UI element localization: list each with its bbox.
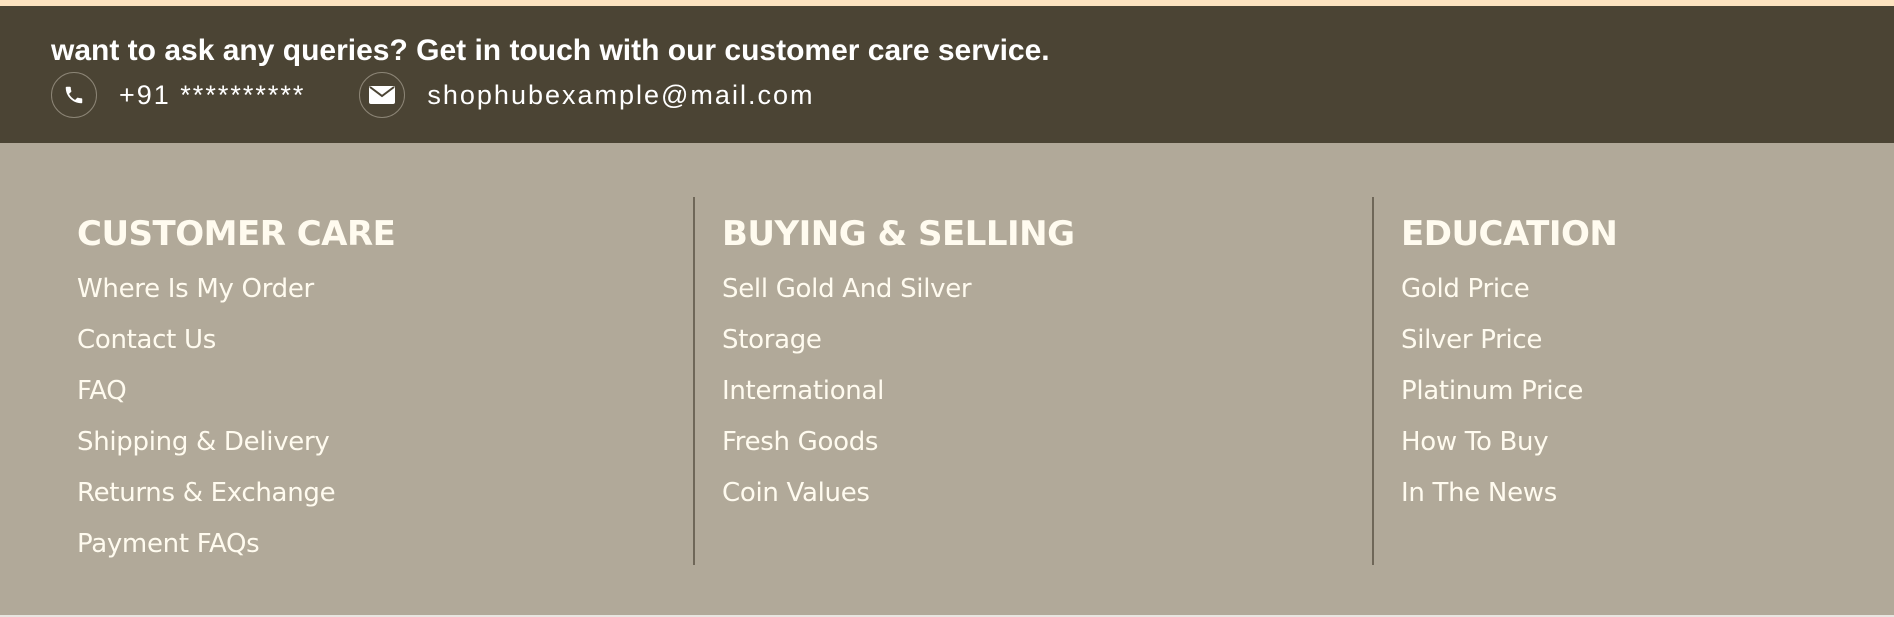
column-divider <box>1372 197 1374 565</box>
list-item: How To Buy <box>1401 425 1583 476</box>
list-item: Storage <box>722 323 971 374</box>
mail-icon <box>359 72 406 118</box>
column-divider <box>693 197 695 565</box>
list-item: Coin Values <box>722 476 971 527</box>
column-heading-education: EDUCATION <box>1401 214 1618 254</box>
list-item: Contact Us <box>77 323 335 374</box>
list-item: Returns & Exchange <box>77 476 336 527</box>
link-returns-exchange[interactable]: Returns & Exchange <box>77 478 336 508</box>
page: want to ask any queries? Get in touch wi… <box>0 0 1894 617</box>
contact-row: +91 ********** shophubexample@mail.com <box>51 72 1894 118</box>
link-storage[interactable]: Storage <box>722 325 822 355</box>
link-in-the-news[interactable]: In The News <box>1401 478 1557 508</box>
list-item: Gold Price <box>1401 272 1583 323</box>
email-address: shophubexample@mail.com <box>427 79 815 110</box>
phone-contact[interactable]: +91 ********** <box>51 72 305 118</box>
link-shipping-delivery[interactable]: Shipping & Delivery <box>77 427 330 457</box>
phone-icon <box>51 72 97 118</box>
phone-number: +91 ********** <box>119 79 306 110</box>
link-where-is-my-order[interactable]: Where Is My Order <box>77 274 314 304</box>
education-links: Gold Price Silver Price Platinum Price H… <box>1401 272 1583 527</box>
email-contact[interactable]: shophubexample@mail.com <box>359 72 814 118</box>
contact-bar: want to ask any queries? Get in touch wi… <box>0 6 1894 143</box>
list-item: In The News <box>1401 476 1583 527</box>
link-gold-price[interactable]: Gold Price <box>1401 274 1530 304</box>
link-platinum-price[interactable]: Platinum Price <box>1401 376 1583 406</box>
link-faq[interactable]: FAQ <box>77 376 127 406</box>
link-silver-price[interactable]: Silver Price <box>1401 325 1542 355</box>
link-contact-us[interactable]: Contact Us <box>77 325 216 355</box>
customer-care-links: Where Is My Order Contact Us FAQ Shippin… <box>77 272 336 578</box>
footer-links: CUSTOMER CARE Where Is My Order Contact … <box>0 143 1894 615</box>
link-how-to-buy[interactable]: How To Buy <box>1401 427 1549 457</box>
list-item: Where Is My Order <box>77 272 335 323</box>
link-international[interactable]: International <box>722 376 884 406</box>
list-item: Shipping & Delivery <box>77 425 335 476</box>
contact-heading: want to ask any queries? Get in touch wi… <box>51 34 1050 67</box>
link-sell-gold-and-silver[interactable]: Sell Gold And Silver <box>722 274 972 304</box>
list-item: Sell Gold And Silver <box>722 272 972 323</box>
list-item: Payment FAQs <box>77 527 335 578</box>
list-item: Platinum Price <box>1401 374 1583 425</box>
link-coin-values[interactable]: Coin Values <box>722 478 870 508</box>
list-item: FAQ <box>77 374 335 425</box>
buying-selling-links: Sell Gold And Silver Storage Internation… <box>722 272 972 527</box>
column-heading-buying-selling: BUYING & SELLING <box>722 214 1075 254</box>
list-item: Silver Price <box>1401 323 1583 374</box>
column-heading-customer-care: CUSTOMER CARE <box>77 214 396 254</box>
list-item: Fresh Goods <box>722 425 971 476</box>
list-item: International <box>722 374 971 425</box>
link-fresh-goods[interactable]: Fresh Goods <box>722 427 878 457</box>
link-payment-faqs[interactable]: Payment FAQs <box>77 529 260 559</box>
